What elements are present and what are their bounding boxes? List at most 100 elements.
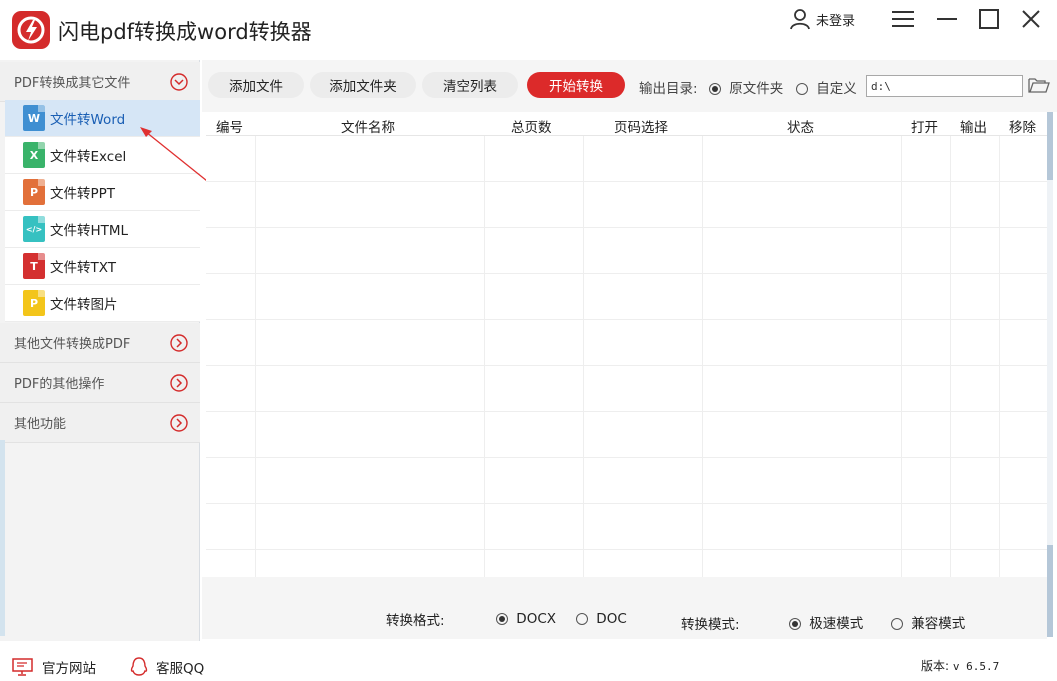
category-label: PDF转换成其它文件 bbox=[14, 76, 131, 91]
toolbar: 添加文件 添加文件夹 清空列表 开始转换 输出目录: 原文件夹 自定义 bbox=[202, 60, 1057, 112]
add-file-button[interactable]: 添加文件 bbox=[208, 72, 304, 98]
app-logo-icon bbox=[12, 11, 50, 49]
sidebar-item-label: 文件转PPT bbox=[50, 186, 116, 202]
grid-line bbox=[484, 136, 485, 577]
qq-icon bbox=[130, 657, 148, 676]
sidebar-item-label: 文件转TXT bbox=[50, 260, 117, 276]
hamburger-icon bbox=[892, 11, 914, 27]
radio-selected bbox=[709, 83, 721, 95]
column-header-page-select: 页码选择 bbox=[614, 120, 668, 136]
user-icon bbox=[790, 9, 810, 30]
category-other-functions[interactable]: 其他功能 bbox=[0, 403, 200, 443]
excel-file-icon: X bbox=[23, 142, 45, 168]
output-dir-label: 输出目录: bbox=[639, 81, 698, 97]
login-button[interactable]: 未登录 bbox=[790, 8, 855, 30]
grid-line bbox=[702, 136, 703, 577]
chevron-right-icon bbox=[170, 374, 188, 392]
version-label: 版本: bbox=[921, 659, 950, 673]
format-doc-radio[interactable]: DOC bbox=[576, 611, 627, 627]
category-pdf-to-other[interactable]: PDF转换成其它文件 bbox=[0, 62, 200, 102]
grid-line bbox=[206, 503, 1051, 504]
radio-unselected bbox=[891, 618, 903, 630]
start-convert-button[interactable]: 开始转换 bbox=[527, 72, 625, 98]
radio-selected bbox=[789, 618, 801, 630]
grid-line bbox=[950, 136, 951, 577]
official-website-link[interactable]: 官方网站 bbox=[12, 657, 96, 677]
ppt-file-icon: P bbox=[23, 179, 45, 205]
mode-compatible-label: 兼容模式 bbox=[911, 616, 966, 632]
version-info: 版本: v 6.5.7 bbox=[921, 657, 999, 674]
radio-unselected bbox=[576, 613, 588, 625]
output-original-radio[interactable]: 原文件夹 bbox=[709, 77, 783, 97]
sidebar-item-label: 文件转HTML bbox=[50, 223, 129, 239]
output-custom-radio[interactable]: 自定义 bbox=[796, 77, 857, 97]
column-header-open: 打开 bbox=[911, 120, 938, 136]
support-qq-link[interactable]: 客服QQ bbox=[130, 657, 204, 677]
format-docx-label: DOCX bbox=[516, 611, 556, 627]
status-bar: 官方网站 客服QQ 版本: v 6.5.7 bbox=[0, 645, 1057, 681]
scrollbar-thumb[interactable] bbox=[1047, 545, 1053, 637]
sidebar-edge bbox=[0, 440, 5, 636]
minimize-button[interactable] bbox=[934, 6, 960, 32]
custom-label: 自定义 bbox=[816, 81, 857, 97]
column-header-number: 编号 bbox=[216, 120, 243, 136]
category-label: 其他文件转换成PDF bbox=[14, 337, 131, 352]
maximize-icon bbox=[979, 9, 999, 29]
version-value: v 6.5.7 bbox=[952, 660, 1000, 673]
grid-line bbox=[206, 319, 1051, 320]
conversion-options: 转换格式: DOCX DOC 转换模式: 极速模式 兼容模式 bbox=[202, 577, 1047, 639]
sidebar-item-image[interactable]: P 文件转图片 bbox=[5, 285, 200, 322]
minimize-icon bbox=[937, 18, 957, 20]
folder-open-icon[interactable] bbox=[1028, 76, 1050, 94]
grid-line bbox=[901, 136, 902, 577]
category-label: 其他功能 bbox=[14, 417, 67, 432]
grid-line bbox=[206, 181, 1051, 182]
close-icon bbox=[1022, 10, 1040, 28]
menu-button[interactable] bbox=[890, 6, 916, 32]
format-docx-radio[interactable]: DOCX bbox=[496, 611, 556, 627]
official-website-label: 官方网站 bbox=[42, 661, 96, 677]
grid-line bbox=[999, 136, 1000, 577]
mode-compatible-radio[interactable]: 兼容模式 bbox=[891, 612, 965, 632]
mode-label: 转换模式: bbox=[681, 617, 740, 633]
output-path-input[interactable] bbox=[866, 75, 1023, 97]
sidebar-item-txt[interactable]: T 文件转TXT bbox=[5, 248, 200, 285]
chevron-right-icon bbox=[170, 334, 188, 352]
app-title: 闪电pdf转换成word转换器 bbox=[58, 20, 312, 44]
mode-fast-label: 极速模式 bbox=[809, 616, 864, 632]
grid-line bbox=[206, 411, 1051, 412]
add-folder-button[interactable]: 添加文件夹 bbox=[310, 72, 416, 98]
monitor-icon bbox=[12, 658, 33, 676]
maximize-button[interactable] bbox=[976, 6, 1002, 32]
support-qq-label: 客服QQ bbox=[156, 661, 205, 677]
grid-line bbox=[206, 227, 1051, 228]
chevron-down-icon bbox=[170, 73, 188, 91]
clear-list-button[interactable]: 清空列表 bbox=[422, 72, 518, 98]
scrollbar-thumb[interactable] bbox=[1047, 112, 1053, 180]
close-button[interactable] bbox=[1018, 6, 1044, 32]
html-file-icon: </> bbox=[23, 216, 45, 242]
category-other-to-pdf[interactable]: 其他文件转换成PDF bbox=[0, 323, 200, 363]
format-label: 转换格式: bbox=[386, 613, 445, 629]
title-bar: 闪电pdf转换成word转换器 未登录 bbox=[0, 0, 1057, 60]
column-header-total-pages: 总页数 bbox=[511, 120, 552, 136]
txt-file-icon: T bbox=[23, 253, 45, 279]
file-table: 编号 文件名称 总页数 页码选择 状态 打开 输出 移除 bbox=[206, 112, 1051, 577]
grid-line bbox=[255, 136, 256, 577]
image-file-icon: P bbox=[23, 290, 45, 316]
radio-unselected bbox=[796, 83, 808, 95]
grid-line bbox=[206, 273, 1051, 274]
mode-fast-radio[interactable]: 极速模式 bbox=[789, 612, 863, 632]
sidebar-item-html[interactable]: </> 文件转HTML bbox=[5, 211, 200, 248]
sidebar-item-label: 文件转图片 bbox=[50, 297, 118, 313]
grid-line bbox=[206, 365, 1051, 366]
original-folder-label: 原文件夹 bbox=[729, 81, 784, 97]
sidebar-item-label: 文件转Excel bbox=[50, 149, 127, 165]
category-label: PDF的其他操作 bbox=[14, 377, 105, 392]
format-doc-label: DOC bbox=[596, 611, 627, 627]
grid-line bbox=[206, 549, 1051, 550]
column-header-filename: 文件名称 bbox=[341, 120, 395, 136]
column-header-remove: 移除 bbox=[1009, 120, 1036, 136]
category-pdf-operations[interactable]: PDF的其他操作 bbox=[0, 363, 200, 403]
word-file-icon: W bbox=[23, 105, 45, 131]
